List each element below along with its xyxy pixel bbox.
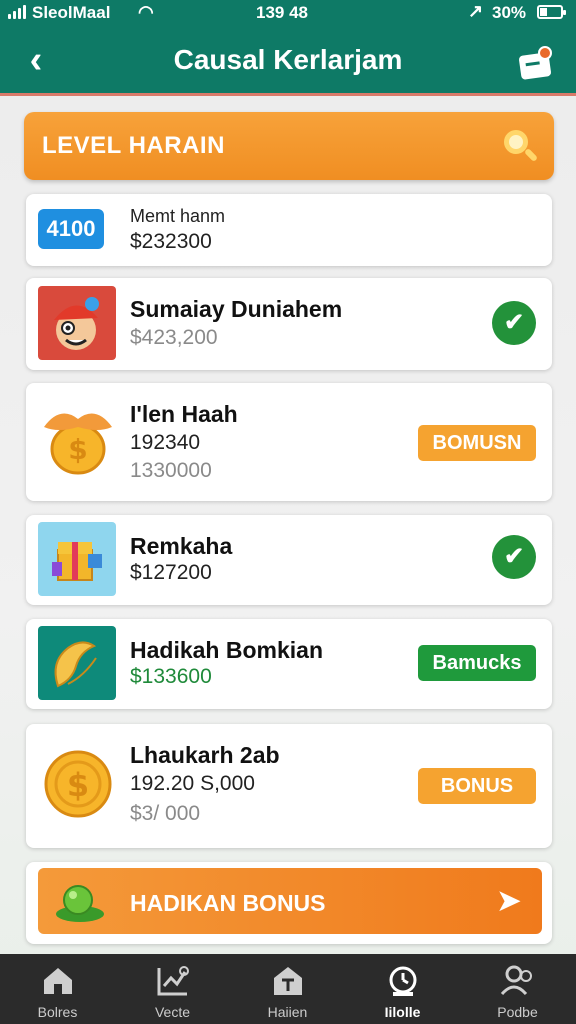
battery-icon <box>537 5 566 19</box>
list-item[interactable]: $ Lhaukarh 2ab 192.20 S,000 $3/ 000 BONU… <box>26 724 552 848</box>
wifi-icon: ◠ <box>138 2 154 22</box>
nav-label: Iilolle <box>384 1004 421 1020</box>
item-title: Sumaiay Duniahem <box>130 296 343 322</box>
bonus-banner[interactable]: HADIKAN BONUS ➤ <box>38 868 542 934</box>
battery-percent: 30% <box>492 3 527 22</box>
gift-thumbnail <box>38 522 116 596</box>
timer-icon <box>385 964 421 998</box>
coin-thumbnail: $ <box>38 746 116 820</box>
item-title: Memt hanm <box>130 206 226 226</box>
check-icon[interactable]: ✔ <box>492 301 536 345</box>
bonus-card: HADIKAN BONUS ➤ <box>26 862 552 944</box>
nav-label: Vecte <box>154 1004 191 1020</box>
nav-label: Haiien <box>267 1004 308 1020</box>
nav-item-haiien[interactable]: Haiien <box>230 954 345 1024</box>
nav-label: Bolres <box>37 1004 78 1020</box>
nav-item-bolres[interactable]: Bolres <box>0 954 115 1024</box>
nav-item-iilolle[interactable]: Iilolle <box>345 954 460 1024</box>
item-amount: $423,200 <box>130 326 218 349</box>
level-banner-label: LEVEL HARAIN <box>42 132 225 159</box>
location-arrow-icon: ↗ <box>468 1 484 21</box>
item-amount: $232300 <box>130 230 212 253</box>
coin-thumbnail: $ <box>38 403 116 477</box>
list-item[interactable]: 4100 Memt hanm $232300 <box>26 194 552 266</box>
home-icon <box>40 964 76 998</box>
bonus-button[interactable]: BONUS <box>418 768 536 804</box>
status-time: 139 48 <box>256 3 308 22</box>
arrow-right-icon[interactable]: ➤ <box>492 884 526 918</box>
chart-check-icon <box>155 964 191 998</box>
edit-button[interactable] <box>514 44 556 84</box>
item-amount: $127200 <box>130 561 212 584</box>
item-amount-secondary: 1330000 <box>130 459 212 482</box>
list-item[interactable]: Sumaiay Duniahem $423,200 ✔ <box>26 278 552 370</box>
bottom-nav: Bolres Vecte Haiien Iilolle Podbe <box>0 954 576 1024</box>
item-amount: 192.20 S,000 <box>130 772 255 795</box>
notification-dot <box>538 46 552 60</box>
house-t-icon <box>270 964 306 998</box>
character-thumbnail <box>38 286 116 360</box>
item-amount-secondary: $3/ 000 <box>130 802 201 825</box>
list-item[interactable]: $ I'len Haah 192340 1330000 BOMUSN <box>26 383 552 501</box>
people-icon <box>500 964 536 998</box>
check-icon[interactable]: ✔ <box>492 535 536 579</box>
list-item[interactable]: Remkaha $127200 ✔ <box>26 515 552 605</box>
signal-icon <box>8 5 26 19</box>
nav-item-vecte[interactable]: Vecte <box>115 954 230 1024</box>
item-amount: 192340 <box>130 431 201 454</box>
item-title: Hadikah Bomkian <box>130 637 323 663</box>
svg-text:$: $ <box>67 766 89 804</box>
banana-thumbnail <box>38 626 116 700</box>
slime-icon <box>54 880 106 924</box>
svg-text:$: $ <box>68 433 87 466</box>
page-title: Causal Kerlarjam <box>173 44 403 75</box>
item-title: I'len Haah <box>130 401 238 427</box>
status-bar: SleolMaal ◠ 139 48 ↗ 30% <box>0 0 576 28</box>
search-icon[interactable] <box>502 128 540 166</box>
list-item[interactable]: Hadikah Bomkian $133600 Bamucks <box>26 619 552 709</box>
item-title: Lhaukarh 2ab <box>130 742 280 768</box>
item-title: Remkaha <box>130 533 233 559</box>
level-banner[interactable]: LEVEL HARAIN <box>24 112 554 180</box>
item-amount: $133600 <box>130 665 212 688</box>
bonus-button[interactable]: Bamucks <box>418 645 536 681</box>
carrier-name: SleolMaal <box>32 3 111 22</box>
nav-label: Podbe <box>497 1004 538 1020</box>
app-header: SleolMaal ◠ 139 48 ↗ 30% ‹ Causal Kerlar… <box>0 0 576 96</box>
bonus-banner-label: HADIKAN BONUS <box>130 890 326 916</box>
level-badge: 4100 <box>38 209 104 249</box>
bonus-button[interactable]: BOMUSN <box>418 425 536 461</box>
nav-item-podbe[interactable]: Podbe <box>460 954 575 1024</box>
